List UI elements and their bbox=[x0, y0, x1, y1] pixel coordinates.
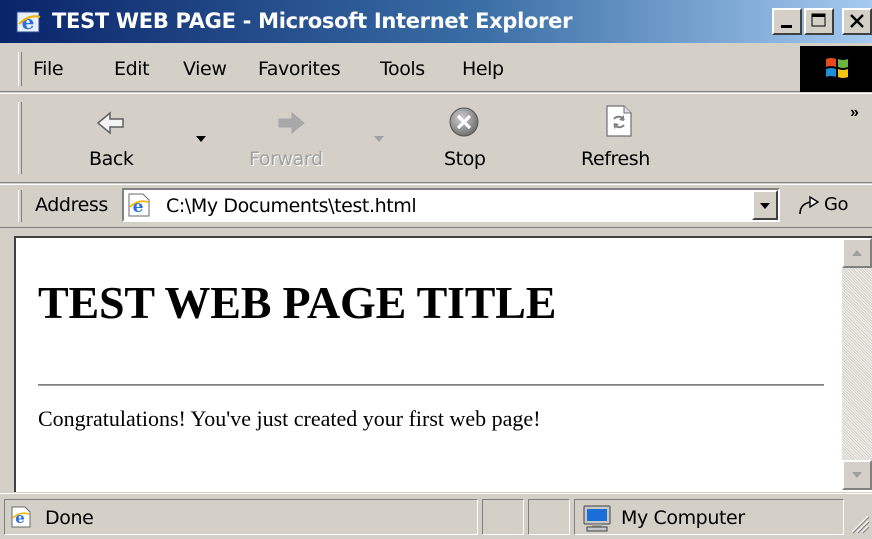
scroll-down-button[interactable] bbox=[842, 460, 872, 490]
toolbar-grip[interactable] bbox=[18, 102, 22, 174]
status-security-panel bbox=[528, 499, 570, 535]
ie-logo-icon: e bbox=[16, 10, 41, 34]
page-viewport[interactable]: TEST WEB PAGE TITLE Congratulations! You… bbox=[14, 236, 872, 492]
address-bar-grip[interactable] bbox=[18, 190, 22, 222]
maximize-button[interactable] bbox=[804, 8, 834, 35]
chevron-down-icon bbox=[760, 203, 770, 209]
menu-help[interactable]: Help bbox=[462, 58, 504, 80]
minimize-button[interactable] bbox=[772, 8, 802, 35]
go-arrow-icon bbox=[799, 195, 820, 215]
refresh-icon bbox=[606, 105, 632, 137]
menu-view[interactable]: View bbox=[183, 58, 227, 80]
toolbar-more-chevrons[interactable]: » bbox=[850, 104, 859, 122]
refresh-label: Refresh bbox=[581, 148, 650, 170]
forward-arrow-icon bbox=[278, 111, 305, 135]
forward-label: Forward bbox=[249, 148, 323, 170]
menu-favorites[interactable]: Favorites bbox=[258, 58, 341, 80]
menu-edit[interactable]: Edit bbox=[114, 58, 150, 80]
standard-toolbar: Back Forward Stop Refresh bbox=[0, 93, 872, 183]
scroll-up-arrow-icon bbox=[852, 250, 862, 256]
back-arrow-icon bbox=[96, 111, 124, 135]
page-paragraph: Congratulations! You've just created you… bbox=[38, 406, 541, 431]
go-label: Go bbox=[824, 194, 849, 215]
menu-bar: File Edit View Favorites Tools Help bbox=[0, 46, 872, 92]
title-bar[interactable]: e TEST WEB PAGE - Microsoft Internet Exp… bbox=[0, 0, 872, 44]
status-bar: e Done My Computer bbox=[0, 493, 872, 539]
menu-file[interactable]: File bbox=[33, 58, 64, 80]
scroll-down-arrow-icon bbox=[852, 472, 862, 478]
close-icon bbox=[850, 14, 864, 28]
back-label: Back bbox=[89, 148, 134, 170]
windows-logo-icon bbox=[826, 58, 848, 78]
page-heading: TEST WEB PAGE TITLE bbox=[38, 277, 557, 328]
menu-bar-grip[interactable] bbox=[18, 52, 22, 86]
my-computer-icon bbox=[583, 505, 611, 532]
status-text: Done bbox=[45, 507, 94, 529]
stop-label: Stop bbox=[444, 148, 486, 170]
throbber bbox=[800, 46, 872, 92]
web-page-document: TEST WEB PAGE TITLE Congratulations! You… bbox=[16, 238, 840, 490]
address-input[interactable]: e C:\My Documents\test.html bbox=[122, 188, 780, 222]
go-button[interactable]: Go bbox=[794, 190, 856, 220]
status-text-panel: e Done bbox=[4, 499, 478, 535]
stop-icon bbox=[449, 107, 479, 137]
svg-text:e: e bbox=[15, 509, 25, 527]
maximize-icon bbox=[811, 13, 826, 27]
minimize-icon bbox=[781, 25, 792, 28]
address-label: Address bbox=[35, 194, 108, 216]
svg-text:e: e bbox=[133, 197, 144, 217]
scroll-up-button[interactable] bbox=[842, 238, 872, 268]
status-zone-panel[interactable]: My Computer bbox=[574, 499, 844, 535]
address-value: C:\My Documents\test.html bbox=[166, 195, 417, 217]
close-button[interactable] bbox=[842, 8, 872, 35]
security-zone-label: My Computer bbox=[621, 507, 745, 529]
ie-page-icon: e bbox=[128, 193, 150, 217]
window-title: TEST WEB PAGE - Microsoft Internet Explo… bbox=[52, 9, 573, 33]
horizontal-rule bbox=[38, 384, 824, 387]
svg-text:e: e bbox=[22, 10, 35, 34]
menu-tools[interactable]: Tools bbox=[380, 58, 425, 80]
status-progress-panel bbox=[482, 499, 524, 535]
ie-page-icon: e bbox=[11, 506, 31, 528]
address-dropdown-button[interactable] bbox=[752, 190, 778, 220]
vertical-scrollbar[interactable] bbox=[842, 238, 872, 490]
resize-grip-icon[interactable] bbox=[848, 512, 870, 534]
back-dropdown-icon[interactable] bbox=[196, 136, 206, 142]
forward-dropdown-icon[interactable] bbox=[374, 136, 384, 142]
